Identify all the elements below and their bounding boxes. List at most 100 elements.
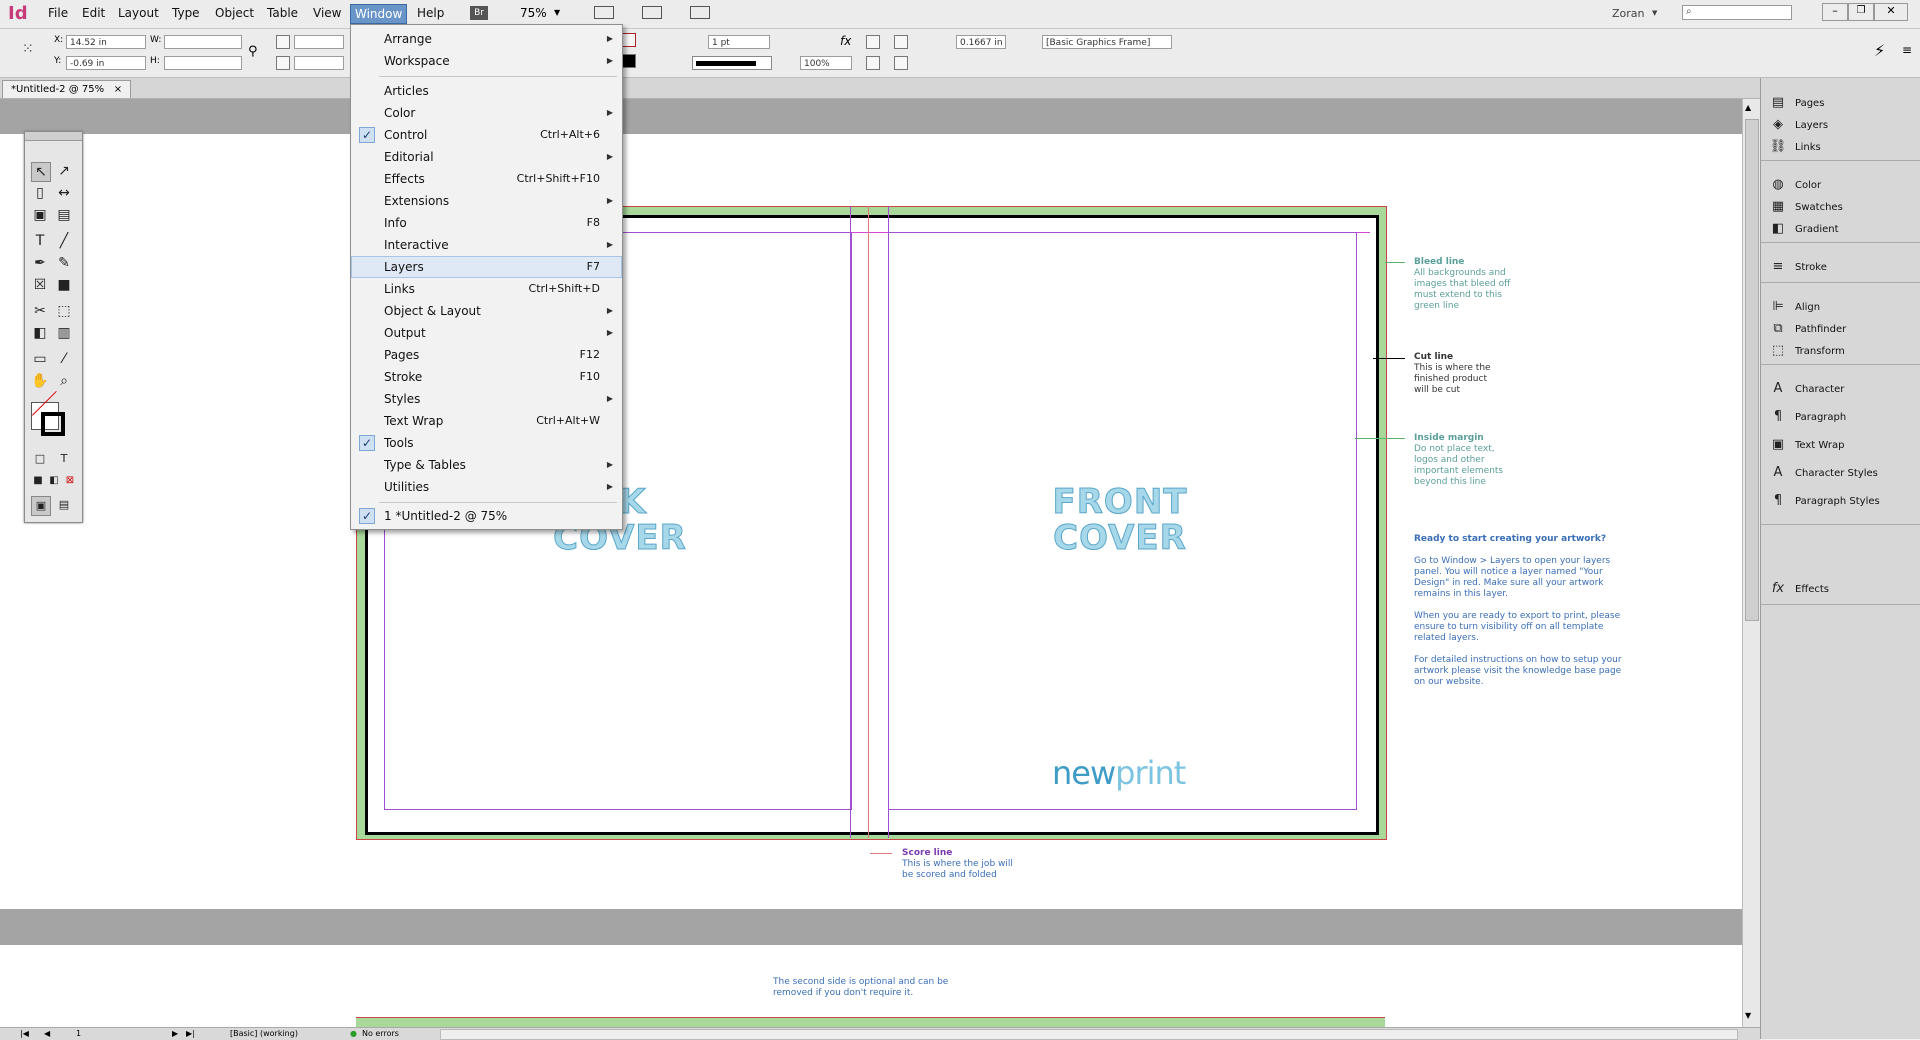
fit-content-icon[interactable] — [866, 35, 880, 49]
zoom-tool-icon[interactable]: ⌕ — [55, 372, 73, 390]
search-input[interactable] — [1682, 5, 1792, 20]
menu-window[interactable]: Window — [350, 4, 408, 24]
panel-transform[interactable]: ⬚ Transform — [1769, 340, 1919, 362]
panel-character[interactable]: A Character — [1769, 378, 1919, 400]
panel-text-wrap[interactable]: ▣ Text Wrap — [1769, 434, 1919, 456]
scroll-thumb[interactable] — [1745, 119, 1759, 621]
fitting-field[interactable]: 0.1667 in — [956, 35, 1006, 49]
apply-none-icon[interactable]: ⊠ — [61, 472, 79, 490]
user-chevron-icon[interactable]: ▼ — [1652, 9, 1657, 17]
formatting-container-icon[interactable]: □ — [31, 450, 49, 468]
scale-y-icon[interactable] — [276, 56, 290, 70]
panel-layers[interactable]: ◈ Layers — [1769, 114, 1919, 136]
gap-tool-icon[interactable]: ↔ — [55, 184, 73, 202]
chevron-down-icon[interactable]: ▼ — [554, 8, 560, 17]
preview-mode-icon[interactable]: ▤ — [55, 496, 73, 514]
content-placer-icon[interactable]: ▤ — [55, 206, 73, 224]
user-name[interactable]: Zoran — [1612, 7, 1645, 20]
reference-point-icon[interactable]: ⁙ — [22, 41, 42, 61]
menu-object[interactable]: Object — [215, 6, 254, 20]
menu-view[interactable]: View — [313, 6, 341, 20]
content-collector-icon[interactable]: ▣ — [31, 206, 49, 224]
next-page-icon[interactable]: ▶ — [172, 1028, 178, 1040]
restore-button[interactable]: ❐ — [1848, 3, 1874, 21]
menu-item-output[interactable]: Output ▶ — [351, 322, 622, 344]
menu-type[interactable]: Type — [172, 6, 200, 20]
stroke-type-select[interactable] — [692, 56, 772, 70]
panel-paragraph-styles[interactable]: ¶ Paragraph Styles — [1769, 490, 1919, 512]
effects-fx-icon[interactable]: fx — [840, 34, 851, 48]
object-style-select[interactable]: [Basic Graphics Frame] — [1042, 35, 1172, 49]
document-tab[interactable]: *Untitled-2 @ 75% × — [2, 80, 132, 98]
stroke-swatch[interactable] — [41, 412, 65, 436]
menu-item-editorial[interactable]: Editorial ▶ — [351, 146, 622, 168]
normal-view-icon[interactable]: ▣ — [31, 496, 51, 516]
screen-mode-icon[interactable] — [642, 6, 662, 19]
fill-frame-icon[interactable] — [894, 56, 908, 70]
menu-table[interactable]: Table — [267, 6, 298, 20]
stroke-none-icon[interactable] — [622, 33, 636, 47]
menu-file[interactable]: File — [48, 6, 68, 20]
quick-apply-icon[interactable]: ⚡ — [1874, 41, 1885, 60]
view-options-icon[interactable] — [594, 6, 614, 19]
zoom-level[interactable]: 75% — [520, 6, 547, 20]
menu-item-stroke[interactable]: Stroke F10 — [351, 366, 622, 388]
type-tool-icon[interactable]: T — [31, 232, 49, 250]
line-tool-icon[interactable]: ╱ — [55, 232, 73, 250]
menu-item-control[interactable]: ✓ Control Ctrl+Alt+6 — [351, 124, 622, 146]
last-page-icon[interactable]: ▶| — [186, 1028, 195, 1040]
pencil-tool-icon[interactable]: ✎ — [55, 254, 73, 272]
panel-pages[interactable]: ▤ Pages — [1769, 92, 1919, 114]
formatting-text-icon[interactable]: T — [55, 450, 73, 468]
preflight-status[interactable]: No errors — [362, 1028, 399, 1040]
panel-links[interactable]: ⛓ Links — [1769, 136, 1919, 158]
panel-character-styles[interactable]: A Character Styles — [1769, 462, 1919, 484]
scale-y-field[interactable] — [294, 56, 344, 70]
horizontal-scrollbar[interactable] — [440, 1029, 1738, 1040]
menu-item-styles[interactable]: Styles ▶ — [351, 388, 622, 410]
menu-item-info[interactable]: Info F8 — [351, 212, 622, 234]
fit-frame-icon[interactable] — [894, 35, 908, 49]
scissors-tool-icon[interactable]: ✂ — [31, 302, 49, 320]
hand-tool-icon[interactable]: ✋ — [31, 372, 49, 390]
menu-item-arrange[interactable]: Arrange ▶ — [351, 28, 622, 50]
panel-align[interactable]: ⊫ Align — [1769, 296, 1919, 318]
page-number-field[interactable]: 1 — [76, 1028, 81, 1040]
menu-help[interactable]: Help — [417, 6, 444, 20]
panel-gradient[interactable]: ◧ Gradient — [1769, 218, 1919, 240]
close-window-button[interactable]: ✕ — [1874, 3, 1908, 21]
direct-selection-tool-icon[interactable]: ↗ — [55, 162, 73, 180]
panel-stroke[interactable]: ≡ Stroke — [1769, 256, 1919, 278]
gradient-feather-tool-icon[interactable]: ▥ — [55, 324, 73, 342]
y-field[interactable]: -0.69 in — [66, 56, 146, 70]
x-field[interactable]: 14.52 in — [66, 35, 146, 49]
menu-edit[interactable]: Edit — [82, 6, 105, 20]
h-field[interactable] — [164, 56, 242, 70]
w-field[interactable] — [164, 35, 242, 49]
eyedropper-tool-icon[interactable]: ⁄ — [55, 350, 73, 368]
scroll-down-icon[interactable]: ▼ — [1745, 1011, 1751, 1020]
menu-item-workspace[interactable]: Workspace ▶ — [351, 50, 622, 72]
selection-tool-icon[interactable]: ↖ — [31, 162, 51, 182]
scale-x-field[interactable] — [294, 35, 344, 49]
bridge-button[interactable]: Br — [470, 6, 488, 20]
rectangle-tool-icon[interactable]: ■ — [55, 276, 73, 294]
menu-item-text-wrap[interactable]: Text Wrap Ctrl+Alt+W — [351, 410, 622, 432]
tools-panel-header[interactable] — [25, 132, 82, 141]
panel-effects[interactable]: fx Effects — [1769, 578, 1919, 600]
panel-pathfinder[interactable]: ⧉ Pathfinder — [1769, 318, 1919, 340]
menu-item-links[interactable]: Links Ctrl+Shift+D — [351, 278, 622, 300]
panel-paragraph[interactable]: ¶ Paragraph — [1769, 406, 1919, 428]
fill-black-icon[interactable] — [622, 54, 636, 68]
menu-item-type-tables[interactable]: Type & Tables ▶ — [351, 454, 622, 476]
stroke-weight-field[interactable]: 1 pt — [708, 35, 770, 49]
note-tool-icon[interactable]: ▭ — [31, 350, 49, 368]
menu-item-pages[interactable]: Pages F12 — [351, 344, 622, 366]
menu-item-extensions[interactable]: Extensions ▶ — [351, 190, 622, 212]
menu-item-object-layout[interactable]: Object & Layout ▶ — [351, 300, 622, 322]
panel-color[interactable]: ◍ Color — [1769, 174, 1919, 196]
panel-swatches[interactable]: ▦ Swatches — [1769, 196, 1919, 218]
menu-item-layers[interactable]: Layers F7 — [351, 256, 622, 278]
free-transform-tool-icon[interactable]: ⬚ — [55, 302, 73, 320]
minimize-button[interactable]: – — [1822, 3, 1848, 21]
